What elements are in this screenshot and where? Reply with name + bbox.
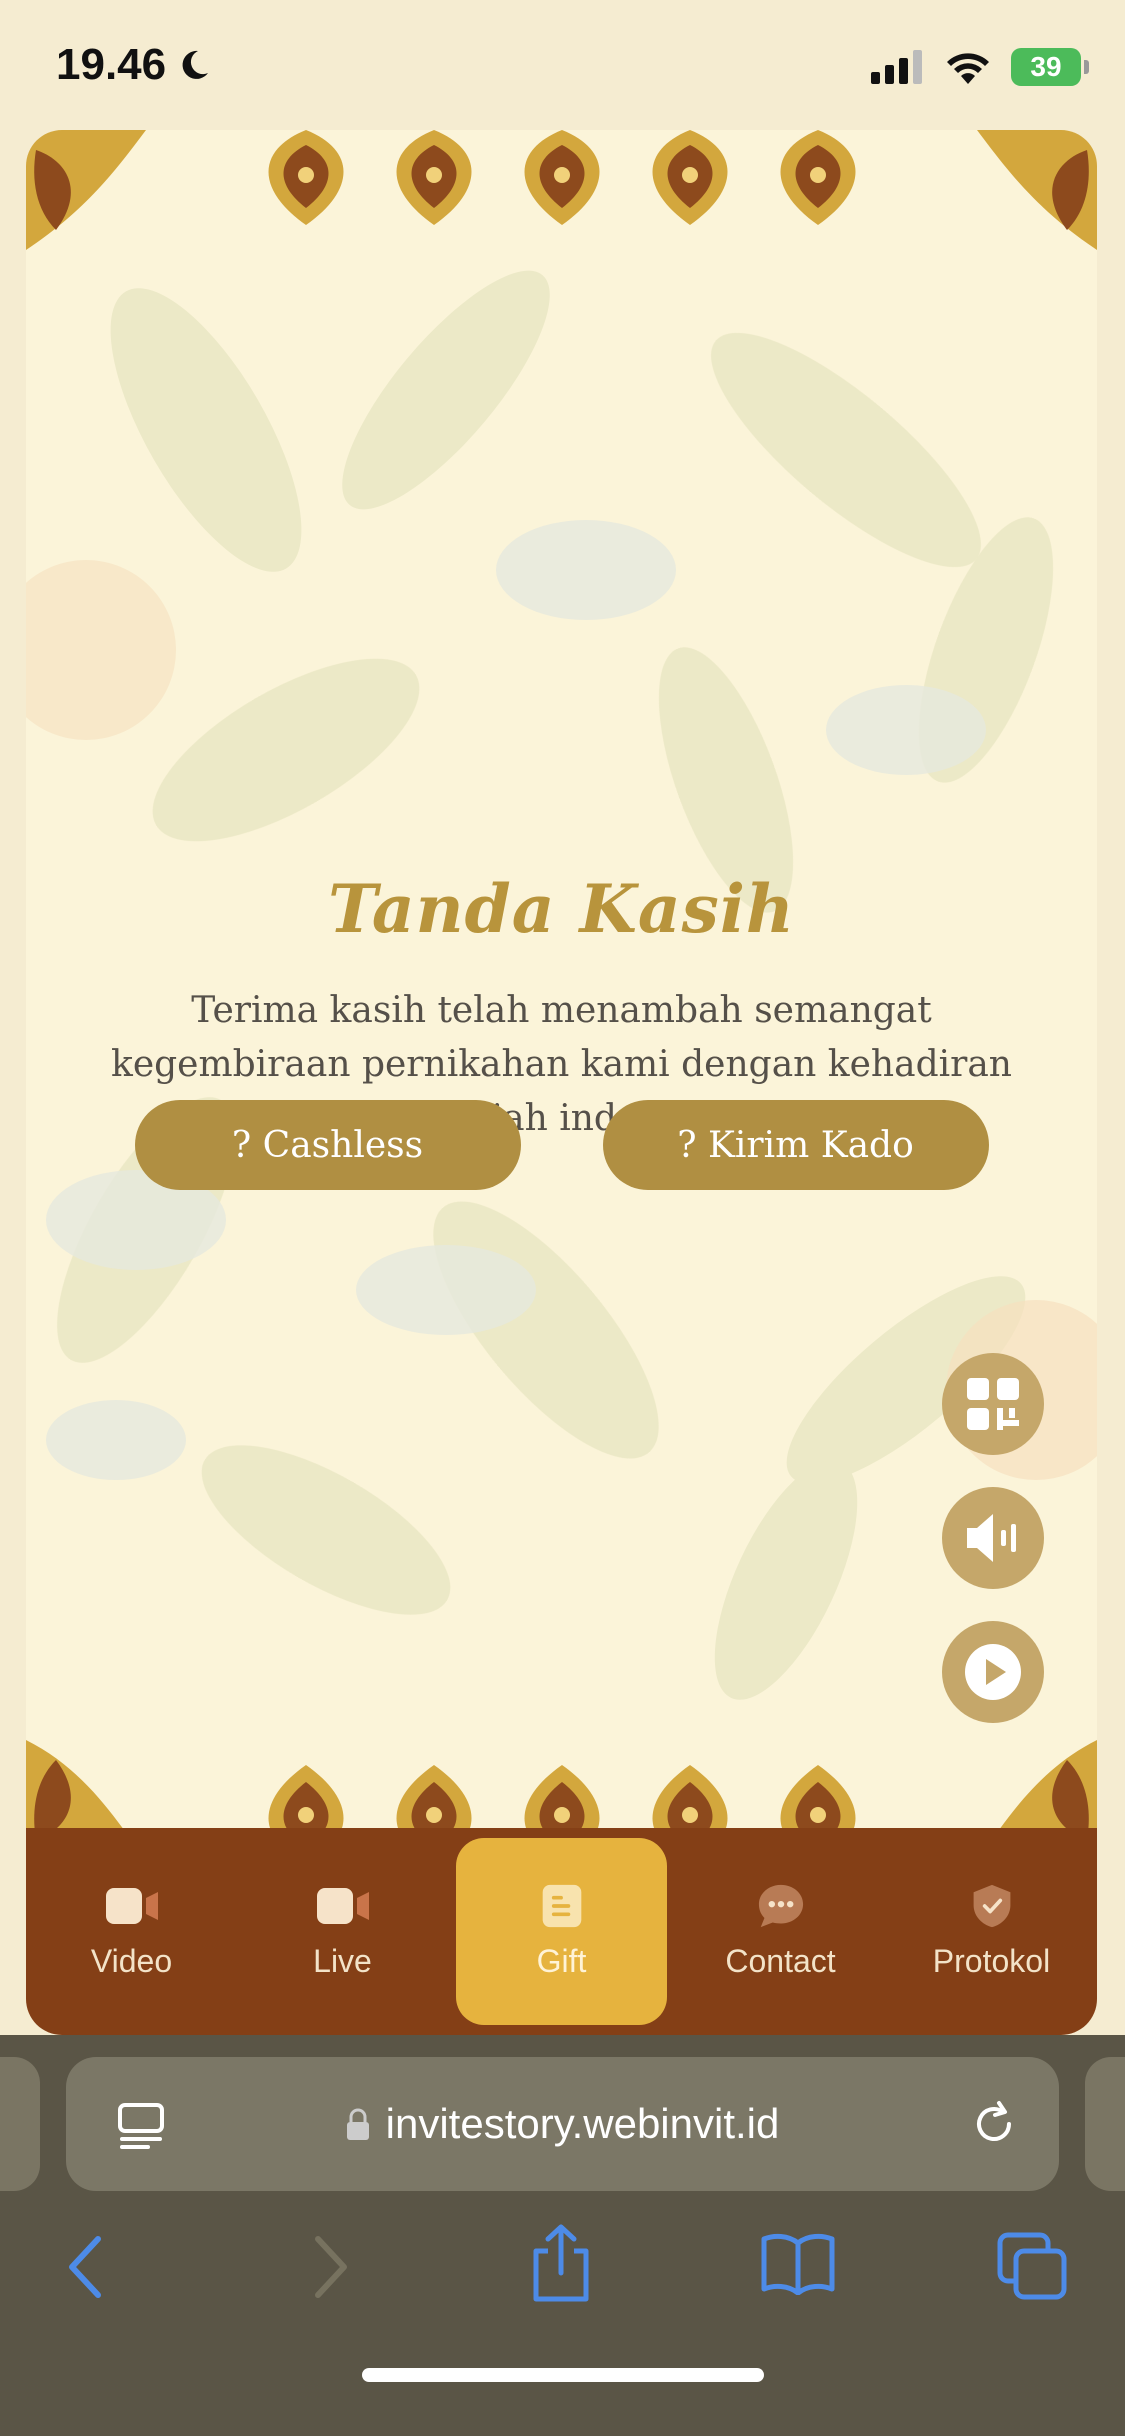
top-ornament <box>26 130 1097 250</box>
nav-live-label: Live <box>313 1943 372 1979</box>
cellular-signal-icon <box>871 50 922 84</box>
next-tab-peek[interactable] <box>1085 2057 1125 2191</box>
status-bar: 19.46 39 <box>0 0 1125 130</box>
nav-live[interactable]: Live <box>237 1828 448 2035</box>
gift-document-icon <box>542 1884 581 1928</box>
lock-icon <box>346 2108 369 2140</box>
section-title: Tanda Kasih <box>328 870 795 948</box>
play-icon <box>965 1644 1021 1700</box>
invitation-card: Tanda Kasih Terima kasih telah menambah … <box>26 130 1097 2035</box>
speaker-icon <box>967 1514 1016 1562</box>
back-icon[interactable] <box>66 2235 106 2299</box>
qr-code-icon <box>967 1378 1019 1430</box>
nav-video-label: Video <box>90 1943 173 1979</box>
browser-toolbar <box>0 2224 1125 2355</box>
autoplay-button[interactable] <box>942 1621 1044 1723</box>
nav-protokol-label: Protokol <box>932 1943 1051 1979</box>
nav-contact[interactable]: Contact <box>675 1828 886 2035</box>
send-gift-button[interactable]: ? Kirim Kado <box>602 1100 989 1190</box>
battery-indicator: 39 <box>1011 48 1089 86</box>
previous-tab-peek[interactable] <box>0 2057 40 2191</box>
nav-gift[interactable]: Gift <box>456 1838 667 2025</box>
status-time: 19.46 <box>56 40 212 90</box>
url-display: invitestory.webinvit.id <box>66 2100 1059 2148</box>
share-icon[interactable] <box>530 2223 592 2303</box>
shield-check-icon <box>973 1884 1010 1928</box>
bottom-navigation: Video Live Gift Contact Protokol <box>26 1828 1097 2035</box>
qr-code-button[interactable] <box>942 1353 1044 1455</box>
nav-protokol[interactable]: Protokol <box>886 1828 1097 2035</box>
nav-video[interactable]: Video <box>26 1828 237 2035</box>
moon-icon <box>182 50 209 79</box>
tabs-icon[interactable] <box>996 2231 1068 2301</box>
address-bar[interactable]: invitestory.webinvit.id <box>66 2057 1059 2191</box>
battery-level: 39 <box>1030 51 1062 82</box>
video-icon <box>316 1888 369 1924</box>
sound-toggle-button[interactable] <box>942 1487 1044 1589</box>
nav-contact-label: Contact <box>725 1943 836 1979</box>
forward-icon[interactable] <box>310 2235 350 2299</box>
chat-bubble-icon <box>758 1884 803 1928</box>
time-text: 19.46 <box>56 40 167 89</box>
video-icon <box>105 1888 158 1924</box>
bookmarks-icon[interactable] <box>760 2231 836 2295</box>
url-text: invitestory.webinvit.id <box>385 2100 780 2147</box>
nav-gift-label: Gift <box>536 1943 587 1979</box>
cashless-button[interactable]: ? Cashless <box>134 1100 521 1190</box>
gift-buttons: ? Cashless ? Kirim Kado <box>26 1100 1097 1190</box>
wifi-icon <box>947 53 989 84</box>
status-indicators: 39 <box>871 48 1089 86</box>
home-indicator <box>362 2368 764 2382</box>
reload-icon[interactable] <box>969 2099 1019 2149</box>
